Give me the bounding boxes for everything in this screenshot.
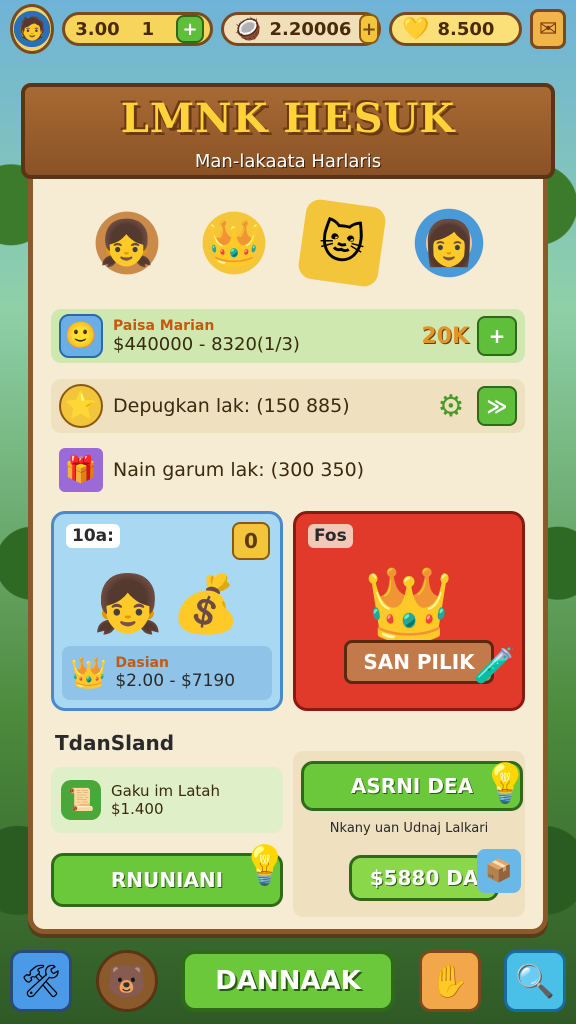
gold-count: 1 — [141, 18, 155, 40]
offer-card-blue[interactable]: 10a: 0 👧 💰 👑 Dasian $2.00 - $7190 — [51, 511, 283, 711]
mail-icon: ✉ — [538, 16, 558, 42]
character-row: 👧 👑 🐱 👩 — [33, 197, 543, 289]
tools-icon: 🛠 — [20, 962, 62, 1000]
lightbulb-icon: 💡 — [481, 761, 529, 805]
girl-face-icon: 👧 — [99, 218, 155, 269]
quest-item[interactable]: 📜 Gaku im Latah $1.400 — [51, 767, 283, 833]
reward-row-1[interactable]: 🙂 Paisa Marian $440000 - 8320(1/3) 20K + — [51, 309, 525, 363]
crown-heart-icon: 👑 — [206, 218, 262, 269]
reward-row-2[interactable]: ⭐ Depugkan lak: (150 885) ⚙ ≫ — [51, 379, 525, 433]
leaf-counter: 💛 8.500 — [389, 12, 523, 46]
quest-title: Gaku im Latah — [111, 782, 220, 800]
gold-counter: 3.00 1 + — [62, 12, 214, 46]
section-label: TdanSland — [55, 731, 175, 755]
offer-card-red[interactable]: Fos 👑 SAN PILIK 🧪 — [293, 511, 525, 711]
quest-value: $1.400 — [111, 800, 164, 818]
coconut-icon: 🥥 — [234, 16, 262, 42]
reward-value: $440000 - 8320(1/3) — [113, 333, 300, 355]
hand-icon: ✋ — [429, 962, 470, 1000]
gem-value: 2.20006 — [269, 18, 352, 40]
cat-face-icon: 🐱 — [315, 214, 369, 272]
treasure-box-icon: 📦 — [477, 849, 521, 893]
coin-star-icon: ⭐ — [59, 384, 103, 428]
nav-hand-button[interactable]: ✋ — [418, 950, 481, 1012]
leaf-value: 8.500 — [437, 18, 495, 40]
profile-icon: 🙂 — [59, 314, 103, 358]
crown-heart-icon: 👑 — [70, 655, 108, 691]
page-subtitle: Man-lakaata Harlaris — [194, 151, 382, 172]
reward-title: Paisa Marian — [113, 317, 215, 334]
add-gold-button[interactable]: + — [176, 15, 205, 43]
resource-bar: 🧑 3.00 1 + 🥥 2.20006 + 💛 8.500 ✉ — [10, 4, 566, 54]
girl-face-icon: 👧 — [93, 572, 163, 637]
search-icon: 🔍 — [515, 962, 555, 1000]
claim-button[interactable]: SAN PILIK — [344, 640, 494, 684]
reward-row-3-text: Nain garum lak: (300 350) — [113, 459, 365, 481]
lightbulb-icon: 💡 — [241, 843, 289, 887]
character-portrait-3[interactable]: 🐱 — [296, 197, 387, 289]
character-icon: 🐻 — [106, 962, 147, 1000]
golden-crown-icon: 👑 — [364, 561, 454, 646]
bottom-nav: 🛠 🐻 DANNAAK ✋ 🔍 — [10, 946, 566, 1016]
shop-offer: ASRNI DEA 💡 Nkany uan Udnaj Lalkari $588… — [293, 751, 529, 917]
main-panel: LMNK HESUK Man-lakaata Harlaris 👧 👑 🐱 👩 … — [21, 83, 555, 934]
nav-tools-button[interactable]: 🛠 — [10, 950, 72, 1012]
character-portrait-2[interactable]: 👑 — [194, 203, 275, 283]
scroll-icon: 📜 — [61, 780, 101, 820]
card-footer: 👑 Dasian $2.00 - $7190 — [62, 646, 272, 700]
character-portrait-4[interactable]: 👩 — [409, 203, 490, 283]
reward-badge: 20K — [421, 323, 469, 349]
card-art: 👑 — [296, 554, 522, 654]
offer-description: Nkany uan Udnaj Lalkari — [329, 821, 489, 836]
add-gem-button[interactable]: + — [359, 14, 379, 44]
gear-icon[interactable]: ⚙ — [433, 388, 469, 424]
reward-add-button[interactable]: + — [477, 316, 517, 356]
gold-value: 3.00 — [75, 18, 120, 40]
nav-character-button[interactable]: 🐻 — [95, 950, 158, 1012]
page-title: LMNK HESUK — [120, 95, 456, 142]
card-tag: Fos — [308, 524, 353, 548]
nav-main-button[interactable]: DANNAAK — [181, 950, 395, 1012]
mail-button[interactable]: ✉ — [530, 9, 566, 49]
player-avatar[interactable]: 🧑 — [10, 4, 55, 54]
nav-search-button[interactable]: 🔍 — [504, 950, 566, 1012]
potion-icon: 🧪 — [473, 646, 516, 686]
card-tag: 10a: — [66, 524, 120, 548]
card-footer-title: Dasian — [115, 655, 169, 671]
reward-row-3[interactable]: 🎁 Nain garum lak: (300 350) — [51, 443, 525, 497]
card-footer-value: $2.00 - $7190 — [115, 671, 236, 691]
character-portrait-1[interactable]: 👧 — [86, 203, 167, 283]
gold-bag-icon: 💰 — [171, 572, 241, 637]
reward-row-2-text: Depugkan lak: (150 885) — [113, 395, 350, 417]
gem-counter: 🥥 2.20006 + — [221, 12, 382, 46]
character-icon: 🧑 — [18, 16, 46, 42]
leaf-icon: 💛 — [402, 16, 430, 42]
collapse-button[interactable]: ≫ — [477, 386, 517, 426]
gift-icon: 🎁 — [59, 448, 103, 492]
explorer-face-icon: 👩 — [421, 218, 477, 269]
card-art: 👧 💰 — [54, 554, 280, 654]
header-plank: LMNK HESUK Man-lakaata Harlaris — [21, 83, 555, 179]
